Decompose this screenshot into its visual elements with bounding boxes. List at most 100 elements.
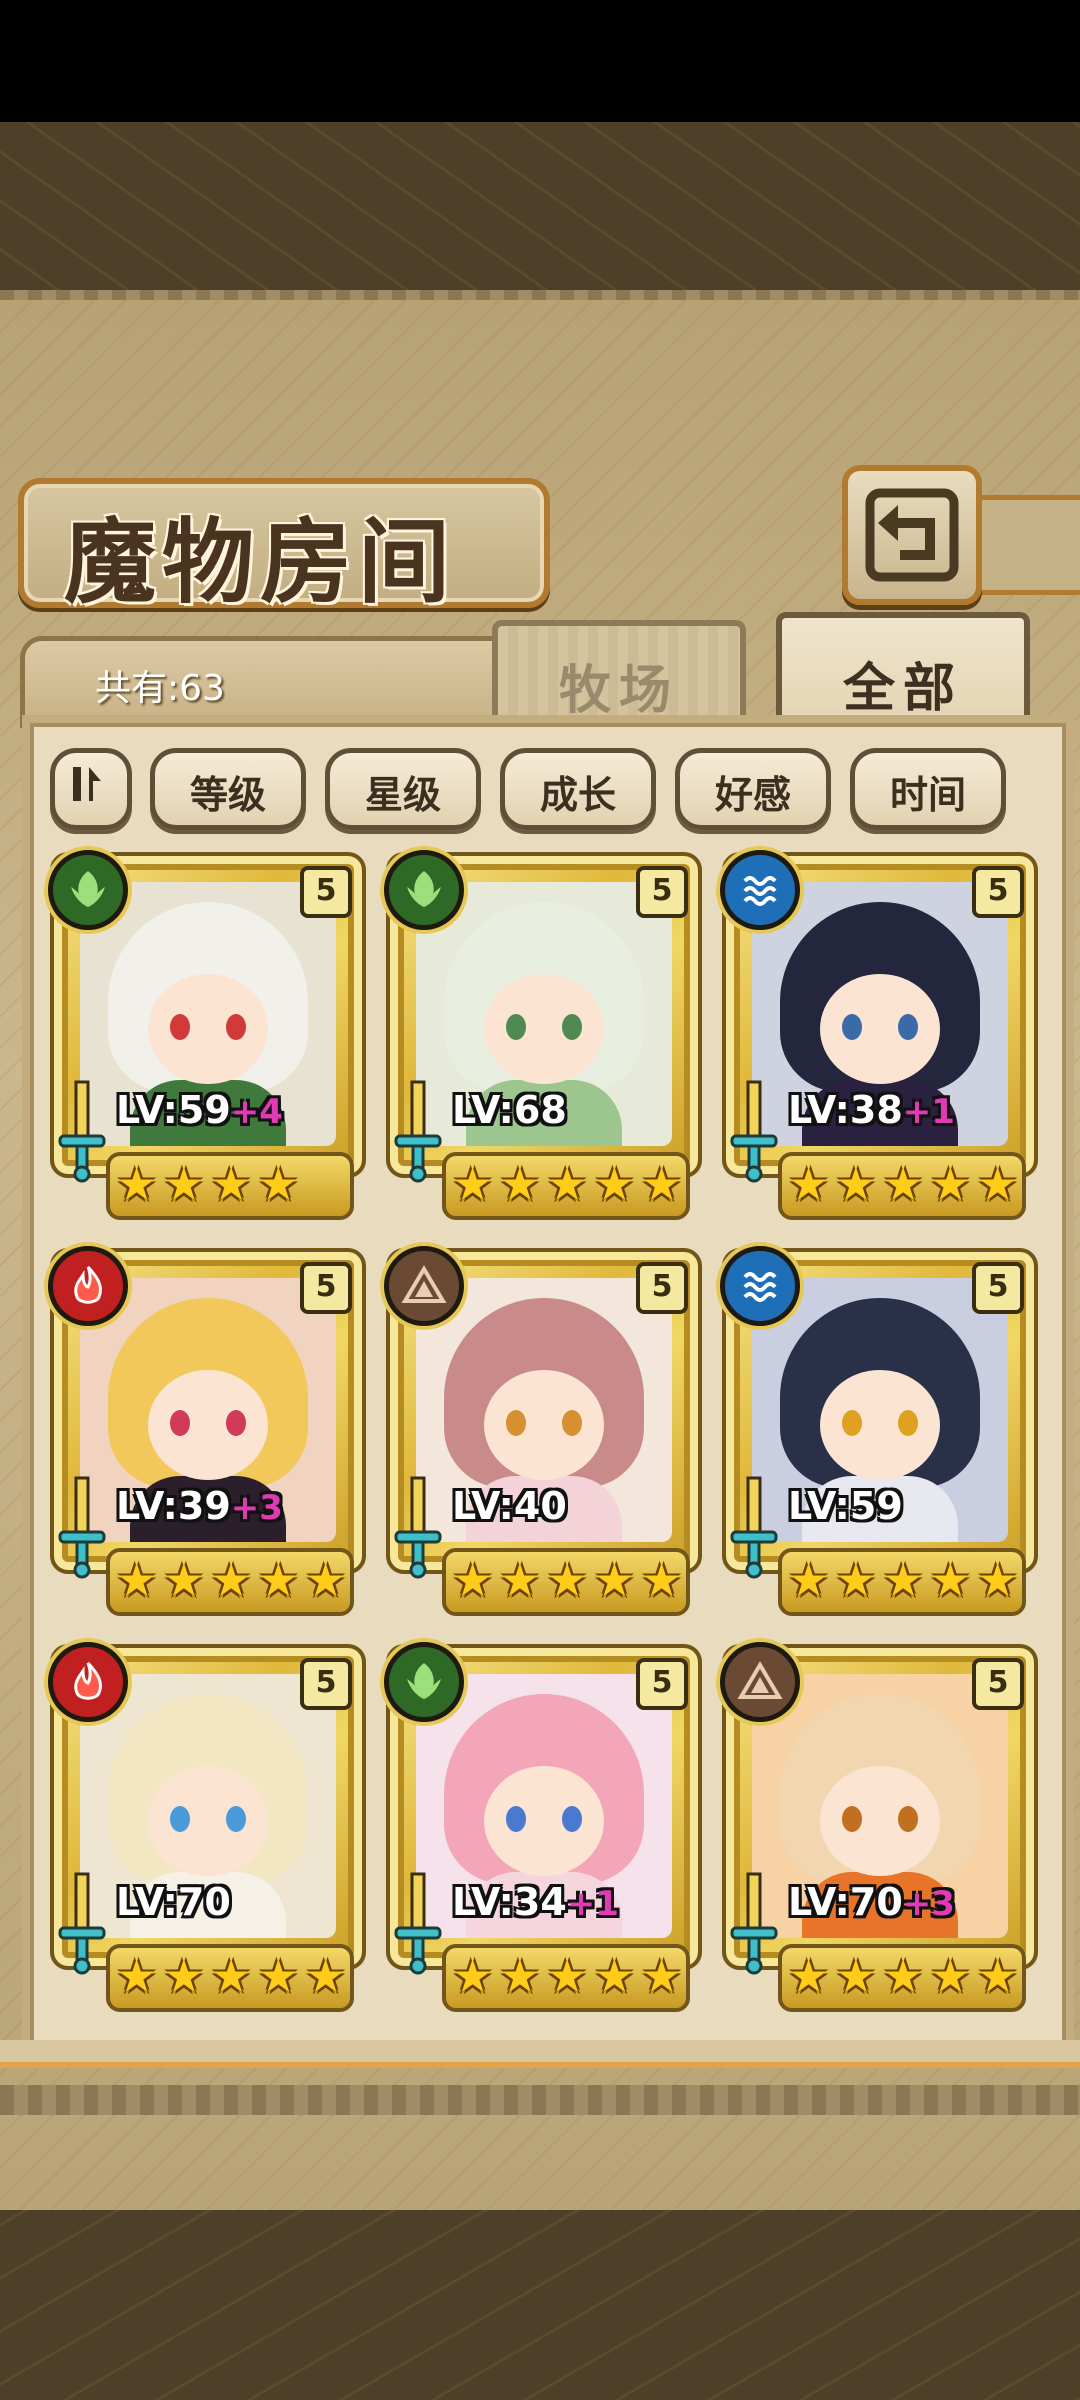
star-icon: ★ <box>641 1157 683 1211</box>
page-title: 魔物房间 <box>64 509 457 616</box>
element-fire-icon <box>48 1642 128 1722</box>
sort-level-button[interactable]: 等级 <box>150 748 306 830</box>
monster-level: LV:59+4 <box>116 1088 283 1132</box>
star-rating: ★ ★ ★ ★ ★ <box>442 1944 690 2012</box>
star-rating: ★ ★ ★ ★ ★ <box>778 1548 1026 1616</box>
element-earth-icon <box>384 1246 464 1326</box>
card-frame: 5 LV:40 <box>384 1246 702 1579</box>
title-plate: 魔物房间 <box>18 478 550 616</box>
monster-count: 共有:63 <box>95 668 225 709</box>
card-frame: 5 LV:68 <box>384 850 702 1183</box>
monster-card[interactable]: 5 LV:59+4 ★ ★ ★ ★ <box>48 850 366 1220</box>
card-frame: 5 LV:70 <box>48 1642 366 1975</box>
star-icon: ★ <box>882 1553 924 1607</box>
sort-growth-label: 成长 <box>539 773 616 817</box>
element-nature-icon <box>384 850 464 930</box>
monster-level: LV:59 <box>788 1484 903 1528</box>
card-frame: 5 LV:59+4 <box>48 850 366 1183</box>
element-fire-icon <box>48 1246 128 1326</box>
star-icon: ★ <box>788 1949 830 2003</box>
monster-card[interactable]: 5 LV:40 ★ ★ ★ ★ ★ <box>384 1246 702 1616</box>
rarity-badge: 5 <box>300 1658 352 1710</box>
monster-card[interactable]: 5 LV:59 ★ ★ ★ ★ ★ <box>720 1246 1038 1616</box>
rarity-badge: 5 <box>972 866 1024 918</box>
map-background-top <box>0 122 1080 300</box>
sword-icon <box>58 1476 106 1579</box>
star-icon: ★ <box>977 1949 1019 2003</box>
monster-level: LV:70+3 <box>788 1880 955 1924</box>
star-icon: ★ <box>593 1157 635 1211</box>
star-icon: ★ <box>882 1949 924 2003</box>
sort-affection-button[interactable]: 好感 <box>675 748 831 830</box>
header-rail <box>975 495 1080 595</box>
star-icon: ★ <box>305 1553 347 1607</box>
level-bonus: +1 <box>902 1092 955 1132</box>
element-nature-icon <box>384 1642 464 1722</box>
sort-growth-button[interactable]: 成长 <box>500 748 656 830</box>
monster-card[interactable]: 5 LV:70 ★ ★ ★ ★ ★ <box>48 1642 366 2012</box>
star-icon: ★ <box>257 1157 299 1211</box>
monster-level: LV:68 <box>452 1088 567 1132</box>
panel-bottom-edge <box>0 2040 1080 2068</box>
tab-all-label: 全部 <box>842 659 963 719</box>
star-rating: ★ ★ ★ ★ ★ <box>442 1152 690 1220</box>
star-icon: ★ <box>641 1949 683 2003</box>
element-water-icon <box>720 1246 800 1326</box>
card-frame: 5 LV:34+1 <box>384 1642 702 1975</box>
rarity-badge: 5 <box>636 1262 688 1314</box>
rarity-badge: 5 <box>972 1262 1024 1314</box>
monster-card[interactable]: 5 LV:70+3 ★ ★ ★ ★ ★ <box>720 1642 1038 2012</box>
sword-icon <box>730 1872 778 1975</box>
monster-card[interactable]: 5 LV:68 ★ ★ ★ ★ ★ <box>384 850 702 1220</box>
sort-level-label: 等级 <box>189 773 266 817</box>
level-bonus: +3 <box>230 1488 283 1528</box>
star-icon: ★ <box>593 1553 635 1607</box>
star-icon: ★ <box>257 1553 299 1607</box>
star-icon: ★ <box>499 1553 541 1607</box>
star-icon: ★ <box>452 1553 494 1607</box>
sort-star-button[interactable]: 星级 <box>325 748 481 830</box>
star-icon: ★ <box>499 1949 541 2003</box>
element-nature-icon <box>48 850 128 930</box>
sort-affection-label: 好感 <box>714 773 791 817</box>
sort-order-icon <box>73 767 101 801</box>
back-button[interactable] <box>842 465 982 605</box>
sword-icon <box>394 1080 442 1183</box>
level-bonus: +1 <box>566 1884 619 1924</box>
sword-icon <box>730 1080 778 1183</box>
rarity-badge: 5 <box>300 1262 352 1314</box>
sword-icon <box>394 1872 442 1975</box>
map-background-bottom <box>0 2210 1080 2400</box>
card-frame: 5 LV:39+3 <box>48 1246 366 1579</box>
star-icon: ★ <box>641 1553 683 1607</box>
star-rating: ★ ★ ★ ★ ★ <box>778 1944 1026 2012</box>
sword-icon <box>58 1080 106 1183</box>
sort-order-button[interactable] <box>50 748 132 830</box>
star-icon: ★ <box>163 1553 205 1607</box>
element-earth-icon <box>720 1642 800 1722</box>
star-icon: ★ <box>116 1553 158 1607</box>
star-icon: ★ <box>977 1157 1019 1211</box>
star-icon: ★ <box>163 1157 205 1211</box>
sort-time-button[interactable]: 时间 <box>850 748 1006 830</box>
star-icon: ★ <box>546 1949 588 2003</box>
monster-card[interactable]: 5 LV:38+1 ★ ★ ★ ★ ★ <box>720 850 1038 1220</box>
star-icon: ★ <box>835 1949 877 2003</box>
star-icon: ★ <box>210 1157 252 1211</box>
sword-icon <box>58 1872 106 1975</box>
card-frame: 5 LV:59 <box>720 1246 1038 1579</box>
status-bar <box>0 0 1080 122</box>
star-icon: ★ <box>977 1553 1019 1607</box>
sort-star-label: 星级 <box>364 773 441 817</box>
sword-icon <box>730 1476 778 1579</box>
rarity-badge: 5 <box>636 1658 688 1710</box>
star-icon: ★ <box>163 1949 205 2003</box>
star-icon: ★ <box>593 1949 635 2003</box>
sort-time-label: 时间 <box>889 773 966 817</box>
star-icon: ★ <box>788 1553 830 1607</box>
monster-level: LV:40 <box>452 1484 567 1528</box>
monster-card[interactable]: 5 LV:34+1 ★ ★ ★ ★ ★ <box>384 1642 702 2012</box>
monster-card[interactable]: 5 LV:39+3 ★ ★ ★ ★ ★ <box>48 1246 366 1616</box>
star-icon: ★ <box>835 1157 877 1211</box>
border-strip-bottom <box>0 2085 1080 2115</box>
